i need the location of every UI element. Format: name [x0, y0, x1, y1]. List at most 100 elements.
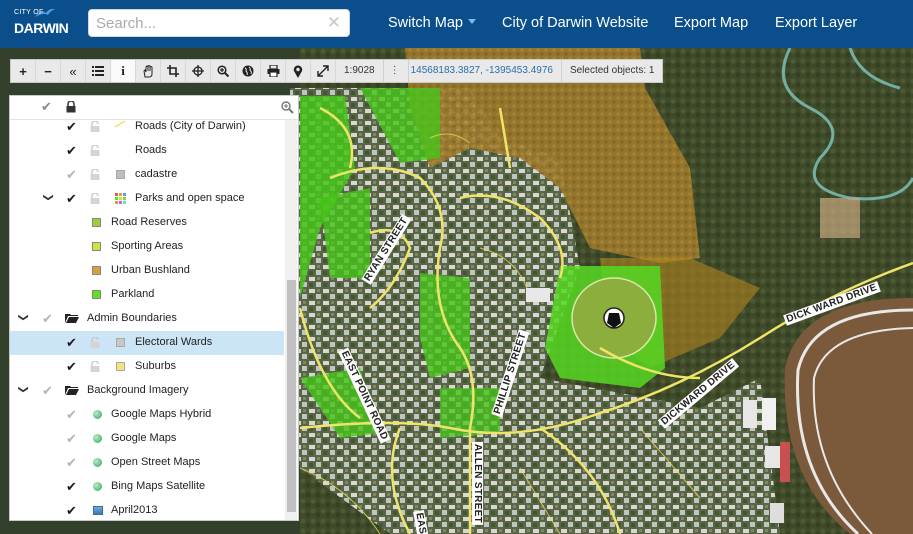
toggle-all-check-icon[interactable]: ✔ [41, 99, 52, 115]
caret-down-icon [467, 18, 476, 24]
switch-map-dropdown[interactable]: Switch Map [388, 15, 476, 31]
layer-row[interactable]: ✔ Suburbs [10, 355, 284, 379]
map-marker-icon [293, 65, 303, 78]
layer-row[interactable]: ✔ April2013 [10, 499, 284, 520]
layer-panel: ✔ ✔ Roads (City of Darwin) ✔ Roads ✔ cadastre… [9, 95, 299, 521]
lock-open-icon[interactable] [90, 192, 100, 204]
layer-label: Sporting Areas [111, 240, 184, 252]
lock-all-icon[interactable] [66, 101, 76, 113]
lock-open-icon[interactable] [90, 120, 100, 132]
center-map-button[interactable] [186, 60, 211, 82]
export-layer-link[interactable]: Export Layer [775, 15, 857, 31]
visibility-check-icon[interactable]: ✔ [66, 119, 77, 135]
layer-row[interactable]: Road Reserves [10, 211, 284, 235]
layer-swatch [116, 170, 125, 179]
zoom-in-button[interactable]: + [11, 60, 36, 82]
layer-label: Google Maps [111, 432, 177, 444]
layer-row[interactable]: ✔ Google Maps [10, 427, 284, 451]
layer-row[interactable]: ❯ ✔ Parks and open space [10, 187, 284, 211]
visibility-check-icon[interactable]: ✔ [66, 431, 77, 447]
layer-row[interactable]: ✔ Roads (City of Darwin) [10, 115, 284, 139]
folder-icon [65, 313, 79, 323]
layer-label: Bing Maps Satellite [111, 480, 206, 492]
search-input[interactable] [96, 14, 316, 32]
layer-row[interactable]: ✔ Bing Maps Satellite [10, 475, 284, 499]
globe-icon [93, 410, 102, 419]
legend-swatch [92, 266, 101, 275]
marker-button[interactable] [286, 60, 311, 82]
city-website-link[interactable]: City of Darwin Website [502, 15, 648, 31]
visibility-check-icon[interactable]: ✔ [66, 503, 77, 519]
printer-icon [267, 65, 279, 77]
visibility-check-icon[interactable]: ✔ [66, 167, 77, 183]
clear-search-icon[interactable]: ✕ [327, 13, 341, 33]
layer-swatch [116, 362, 125, 371]
pan-button[interactable] [136, 60, 161, 82]
visibility-check-icon[interactable]: ✔ [66, 407, 77, 423]
lock-open-icon[interactable] [90, 168, 100, 180]
lock-open-icon[interactable] [90, 144, 100, 156]
globe-icon [93, 458, 102, 467]
collapse-panel-button[interactable]: « [61, 60, 86, 82]
layer-label: Suburbs [135, 360, 176, 372]
chevron-down-icon[interactable]: ❯ [18, 313, 29, 321]
search-box: ✕ [88, 9, 350, 37]
layer-label: Google Maps Hybrid [111, 408, 212, 420]
layer-label: Road Reserves [111, 216, 187, 228]
logo-city-text: CITY OF [14, 9, 44, 16]
layer-row[interactable]: ✔ Google Maps Hybrid [10, 403, 284, 427]
layer-row[interactable]: ✔ Roads [10, 139, 284, 163]
layer-row[interactable]: Parkland [10, 283, 284, 307]
layer-row[interactable]: Urban Bushland [10, 259, 284, 283]
line-swatch-icon [114, 119, 126, 131]
layer-row[interactable]: ❯ ✔ Background Imagery [10, 379, 284, 403]
visibility-check-icon[interactable]: ✔ [42, 383, 53, 399]
layer-label: Parkland [111, 288, 155, 300]
visibility-check-icon[interactable]: ✔ [42, 311, 53, 327]
kebab-icon[interactable]: ⋮ [384, 60, 409, 82]
visibility-check-icon[interactable]: ✔ [66, 359, 77, 375]
visibility-check-icon[interactable]: ✔ [66, 191, 77, 207]
layer-label: Roads (City of Darwin) [135, 120, 246, 132]
layer-panel-scrollbar[interactable] [285, 120, 297, 520]
chevron-down-icon[interactable]: ❯ [18, 385, 29, 393]
fullscreen-button[interactable] [311, 60, 336, 82]
crosshair-icon [192, 65, 204, 77]
globe-icon [242, 65, 254, 77]
layer-label: Electoral Wards [135, 336, 213, 348]
map-toolbar: + − « i 1:9028 ⋮ 14568183.3827, -1395453… [10, 59, 664, 83]
expand-icon [317, 65, 329, 77]
layers-list-button[interactable] [86, 60, 111, 82]
layer-label: Background Imagery [87, 384, 189, 396]
magnifier-plus-icon [217, 65, 229, 77]
layer-row[interactable]: ❯ ✔ Admin Boundaries [10, 307, 284, 331]
lock-open-icon[interactable] [90, 360, 100, 372]
zoom-out-button[interactable]: − [36, 60, 61, 82]
visibility-check-icon[interactable]: ✔ [66, 479, 77, 495]
globe-icon [93, 482, 102, 491]
zoom-box-button[interactable] [211, 60, 236, 82]
export-map-link[interactable]: Export Map [674, 15, 748, 31]
visibility-check-icon[interactable]: ✔ [66, 143, 77, 159]
chevron-down-icon[interactable]: ❯ [43, 193, 54, 201]
layer-row[interactable]: ✔ cadastre [10, 163, 284, 187]
globe-button[interactable] [236, 60, 261, 82]
visibility-check-icon[interactable]: ✔ [66, 335, 77, 351]
city-of-darwin-logo[interactable]: CITY OF DARWIN [14, 7, 69, 40]
layer-row[interactable]: ✔ Open Street Maps [10, 451, 284, 475]
info-button[interactable]: i [111, 60, 136, 82]
scroll-thumb[interactable] [287, 280, 296, 512]
selected-objects-count: Selected objects: 1 [569, 65, 655, 76]
scale-readout: 1:9028 [336, 60, 384, 82]
visibility-check-icon[interactable]: ✔ [66, 455, 77, 471]
layer-label: Admin Boundaries [87, 312, 177, 324]
zoom-to-layer-icon[interactable] [281, 101, 294, 114]
switch-map-label: Switch Map [388, 15, 463, 31]
crop-button[interactable] [161, 60, 186, 82]
lock-open-icon[interactable] [90, 336, 100, 348]
legend-swatch [92, 242, 101, 251]
layer-row[interactable]: Sporting Areas [10, 235, 284, 259]
print-button[interactable] [261, 60, 286, 82]
layer-row[interactable]: ✔ Electoral Wards [10, 331, 284, 355]
layer-label: Parks and open space [135, 192, 245, 204]
